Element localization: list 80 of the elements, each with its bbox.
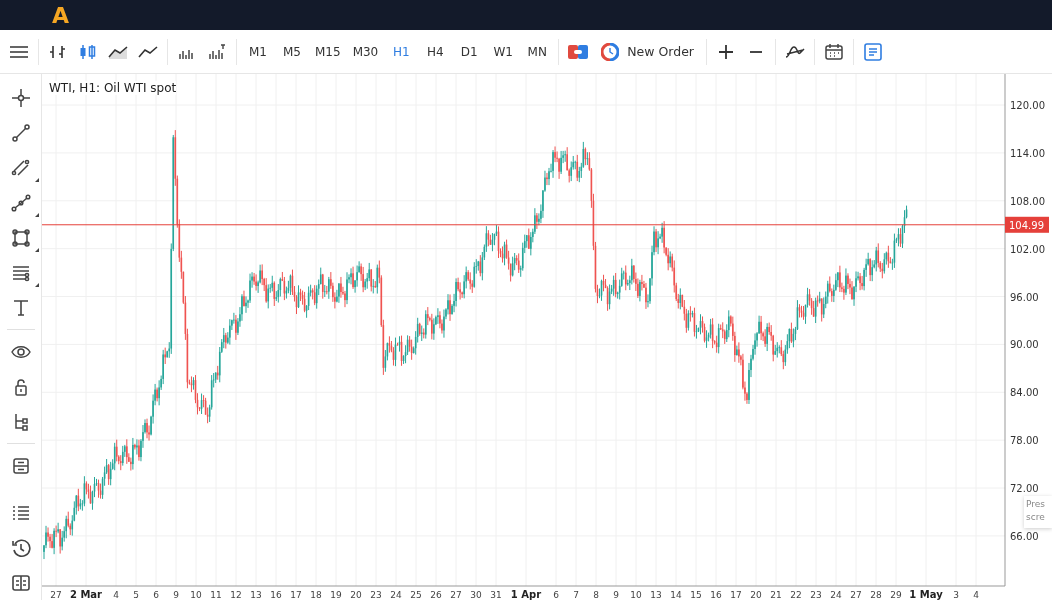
timeframe-button[interactable]: H1	[384, 34, 419, 69]
order-clock-icon	[601, 42, 620, 61]
submenu-marker-icon	[34, 248, 39, 252]
rectangle-tool-icon	[10, 227, 31, 248]
time-tick: 1 May	[909, 589, 943, 600]
current-price-tag: 104.99	[1005, 216, 1049, 233]
timeframe-button[interactable]: D1	[452, 34, 487, 69]
time-tick: 29	[890, 590, 902, 600]
submenu-marker-icon	[34, 178, 39, 182]
time-tick: 9	[173, 590, 179, 600]
tooltip-text: Pres	[1026, 498, 1046, 511]
price-tick: 72.00	[1010, 483, 1039, 495]
timeframe-button[interactable]: W1	[486, 34, 521, 69]
time-tick: 4	[973, 590, 979, 600]
time-tick: 6	[553, 590, 559, 600]
price-tick: 90.00	[1010, 339, 1039, 351]
time-tick: 27	[450, 590, 462, 600]
time-tick: 11	[210, 590, 222, 600]
price-tick: 96.00	[1010, 291, 1039, 303]
time-tick: 14	[670, 590, 682, 600]
crosshair-tool-icon	[10, 87, 31, 108]
time-tick: 19	[330, 590, 342, 600]
price-tick: 66.00	[1010, 530, 1039, 542]
time-tick: 24	[830, 590, 842, 600]
time-tick: 12	[230, 590, 242, 600]
time-tick: 10	[190, 590, 202, 600]
price-tick: 120.00	[1010, 100, 1045, 111]
time-tick: 23	[810, 590, 822, 600]
time-tick: 16	[710, 590, 722, 600]
time-tick: 17	[730, 590, 742, 600]
time-tick: 17	[290, 590, 302, 600]
app-logo[interactable]: A	[52, 2, 70, 28]
time-tick: 13	[650, 590, 662, 600]
time-tick: 27	[850, 590, 862, 600]
time-tick: 3	[953, 590, 959, 600]
time-tick: 22	[790, 590, 802, 600]
time-tick: 7	[573, 590, 579, 600]
time-tick: 15	[690, 590, 702, 600]
tooltip-text: scre	[1026, 511, 1046, 524]
timeframe-button[interactable]: M15	[309, 34, 347, 69]
time-tick: 10	[630, 590, 642, 600]
price-tick: 102.00	[1010, 243, 1045, 255]
time-tick: 9	[613, 590, 619, 600]
time-tick: 31	[490, 590, 502, 600]
polyline-tool-icon	[10, 192, 31, 213]
time-tick: 5	[133, 590, 139, 600]
time-tick: 6	[153, 590, 159, 600]
trend-line-tool-icon	[10, 122, 31, 143]
time-tick: 30	[470, 590, 482, 600]
time-tick: 1 Apr	[510, 589, 542, 600]
time-tick: 24	[390, 590, 402, 600]
time-tick: 28	[870, 590, 882, 600]
price-tick: 108.00	[1010, 195, 1045, 207]
time-tick: 2 Mar	[69, 589, 103, 600]
price-tick: 84.00	[1010, 387, 1039, 399]
timeframe-button[interactable]: M30	[346, 34, 385, 69]
timeframe-button[interactable]: M1	[241, 34, 275, 69]
time-tick: 4	[113, 590, 119, 600]
time-tick: 18	[310, 590, 322, 600]
timeframe-button[interactable]: MN	[520, 34, 555, 69]
price-tick: 78.00	[1010, 435, 1039, 447]
channel-tool-icon	[10, 157, 31, 178]
submenu-marker-icon	[34, 213, 39, 217]
time-tick: 26	[430, 590, 442, 600]
time-tick: 13	[250, 590, 262, 600]
submenu-marker-icon	[34, 283, 39, 287]
time-tick: 20	[350, 590, 362, 600]
time-tick: 8	[593, 590, 599, 600]
time-tick: 16	[270, 590, 282, 600]
new-order-button[interactable]: New Order	[593, 34, 702, 69]
price-tick: 114.00	[1010, 147, 1045, 159]
chart-title: WTI, H1: Oil WTI spot	[49, 81, 177, 95]
time-tick: 20	[750, 590, 762, 600]
time-tick: 27	[50, 590, 62, 600]
time-tick: 21	[770, 590, 782, 600]
timeframe-button[interactable]: M5	[275, 34, 309, 69]
time-tick: 25	[410, 590, 422, 600]
layers-tool-icon	[10, 455, 31, 476]
time-tick: 23	[370, 590, 382, 600]
timeframe-button[interactable]: H4	[418, 34, 453, 69]
